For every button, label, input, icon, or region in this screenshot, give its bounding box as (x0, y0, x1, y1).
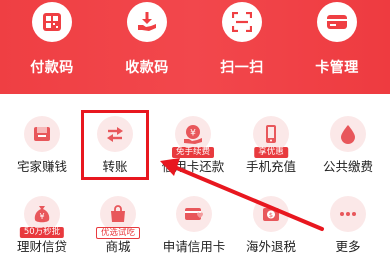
scan-button[interactable]: 扫一扫 (197, 0, 287, 94)
credit-repay-button[interactable]: ¥ 免手续费 信用卡还款 (154, 108, 232, 178)
scan-label: 扫一扫 (220, 60, 264, 76)
receive-money-button[interactable]: 收款码 (102, 0, 192, 94)
card-icon (317, 2, 357, 42)
credit-card-icon (176, 196, 212, 232)
wealth-loan-button[interactable]: ¥ 50万秒批 理财信贷 (3, 188, 81, 258)
apply-credit-card-button[interactable]: 申请信用卡 (155, 188, 233, 258)
grid-label: 公共缴费 (322, 159, 373, 174)
grid-label: 信用卡还款 (161, 159, 225, 174)
card-management-button[interactable]: 卡管理 (292, 0, 382, 94)
payment-code-label: 付款码 (30, 60, 74, 76)
receive-money-label: 收款码 (125, 60, 169, 76)
refund-icon: $ (253, 196, 289, 232)
svg-text:$: $ (269, 211, 273, 219)
overseas-tax-refund-button[interactable]: $ 海外退税 (232, 188, 310, 258)
transfer-highlight-box (81, 110, 149, 180)
more-button[interactable]: 更多 (309, 188, 387, 258)
phone-recharge-button[interactable]: 享优惠 手机充值 (232, 108, 310, 178)
mall-button[interactable]: 优选试吃 商城 (79, 188, 157, 258)
drop-icon (330, 116, 366, 152)
svg-text:¥: ¥ (190, 129, 196, 139)
wallet-icon (24, 116, 60, 152)
payment-code-button[interactable]: 付款码 (7, 0, 97, 94)
public-payment-button[interactable]: 公共缴费 (309, 108, 387, 178)
more-icon (330, 196, 366, 232)
quick-action-bar: 付款码 收款码 扫一扫 卡管理 (0, 0, 390, 94)
grid-label: 更多 (335, 239, 361, 254)
svg-text:¥: ¥ (39, 212, 44, 221)
payment-code-icon (32, 2, 72, 42)
scan-icon (222, 2, 262, 42)
receive-money-icon (127, 2, 167, 42)
card-management-label: 卡管理 (315, 60, 359, 76)
